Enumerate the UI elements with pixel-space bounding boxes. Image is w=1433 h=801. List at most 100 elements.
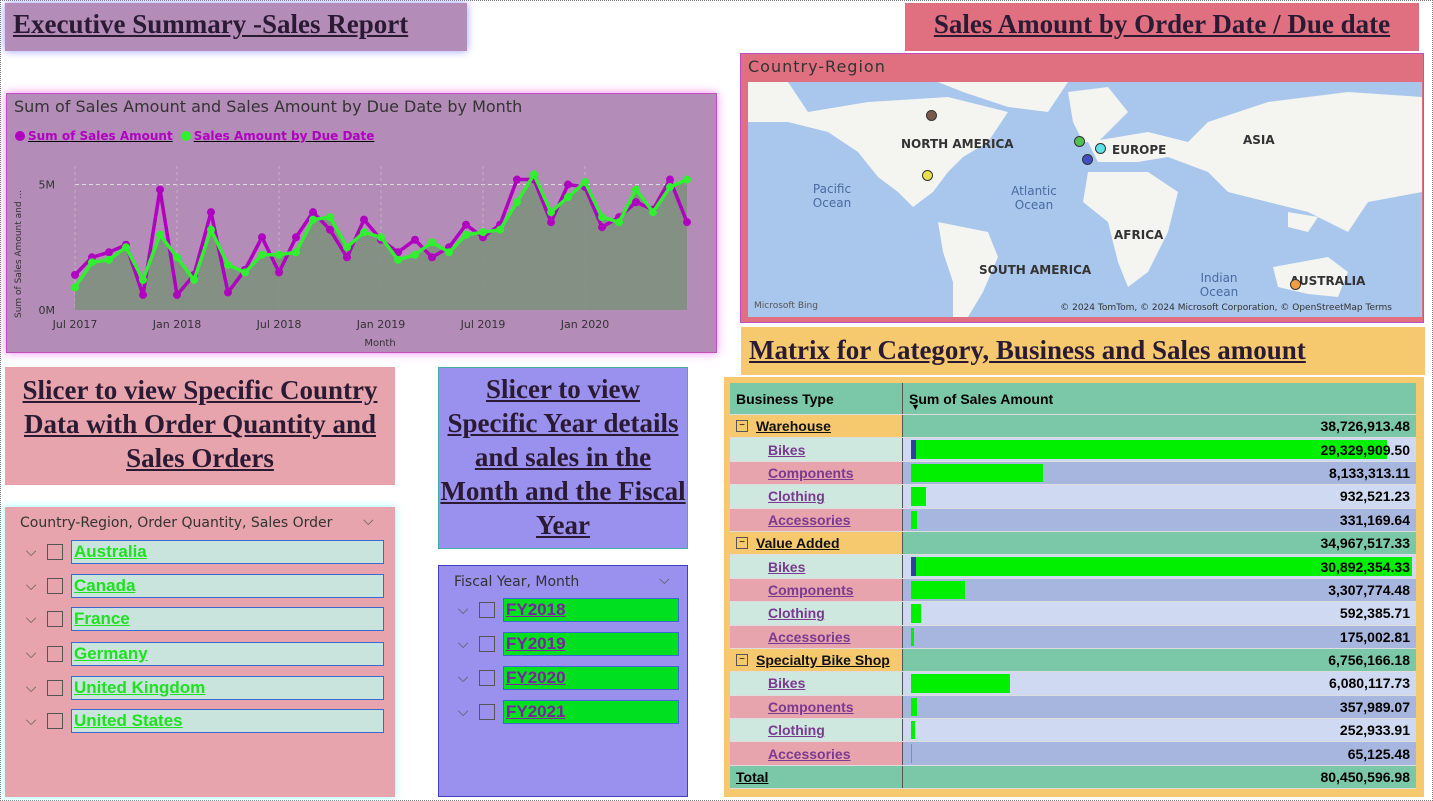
- checkbox[interactable]: [479, 602, 495, 618]
- matrix-group-row[interactable]: − Value Added 34,967,517.33: [730, 531, 1416, 556]
- matrix-group-row[interactable]: − Warehouse 38,726,913.48: [730, 415, 1416, 439]
- row-label: Total: [736, 769, 769, 786]
- chevron-down-icon[interactable]: ⌵: [659, 572, 670, 588]
- checkbox[interactable]: [47, 578, 63, 594]
- checkbox[interactable]: [479, 704, 495, 720]
- map-bubble-australia[interactable]: [1290, 279, 1301, 290]
- checkbox[interactable]: [47, 611, 63, 627]
- expand-chevron-icon[interactable]: ⌵: [453, 602, 473, 618]
- row-header-group[interactable]: − Specialty Bike Shop: [730, 648, 903, 672]
- matrix-sub-row[interactable]: Clothing 932,521.23: [730, 485, 1416, 509]
- row-label[interactable]: Components: [730, 695, 903, 719]
- row-label[interactable]: Accessories: [730, 742, 903, 765]
- map-visual[interactable]: Country-Region NORTH AMERICA EUROPE ASIA…: [740, 53, 1424, 323]
- expand-chevron-icon[interactable]: ⌵: [453, 670, 473, 686]
- matrix-sub-row[interactable]: Clothing 252,933.91: [730, 719, 1416, 743]
- row-header-group[interactable]: − Value Added: [730, 531, 903, 555]
- collapse-icon[interactable]: −: [736, 420, 748, 433]
- slicer-item-label[interactable]: FY2018: [503, 598, 679, 622]
- matrix-sub-row[interactable]: Clothing 592,385.71: [730, 602, 1416, 626]
- checkbox[interactable]: [47, 544, 63, 560]
- map-bubble-united-states[interactable]: [922, 170, 933, 181]
- slicer-item-label[interactable]: United States: [71, 709, 384, 733]
- data-point: [683, 175, 691, 184]
- matrix-sub-row[interactable]: Accessories 331,169.64: [730, 508, 1416, 532]
- slicer-item-united-kingdom[interactable]: ⌵ United Kingdom: [21, 676, 384, 700]
- slicer-item-label[interactable]: Australia: [71, 540, 384, 564]
- map-bubble-canada[interactable]: [926, 110, 937, 121]
- slicer-item-label[interactable]: Germany: [71, 642, 384, 666]
- slicer-item-canada[interactable]: ⌵ Canada: [21, 574, 384, 598]
- expand-chevron-icon[interactable]: ⌵: [21, 544, 41, 560]
- row-label[interactable]: Clothing: [730, 719, 903, 742]
- slicer-item-australia[interactable]: ⌵ Australia: [21, 540, 384, 564]
- expand-chevron-icon[interactable]: ⌵: [453, 704, 473, 720]
- matrix-sub-row[interactable]: Accessories 65,125.48: [730, 742, 1416, 766]
- slicer-item-label[interactable]: FY2019: [503, 632, 679, 656]
- map-canvas[interactable]: NORTH AMERICA EUROPE ASIA AFRICA SOUTH A…: [748, 82, 1422, 317]
- slicer-item-germany[interactable]: ⌵ Germany: [21, 642, 384, 666]
- row-header-total[interactable]: Total: [730, 765, 903, 789]
- expand-chevron-icon[interactable]: ⌵: [21, 713, 41, 729]
- row-label[interactable]: Clothing: [730, 485, 903, 508]
- matrix-group-row[interactable]: − Specialty Bike Shop 6,756,166.18: [730, 648, 1416, 673]
- row-label[interactable]: Bikes: [730, 672, 903, 695]
- map-bubble-united-kingdom[interactable]: [1074, 136, 1085, 147]
- row-header-group[interactable]: − Warehouse: [730, 415, 903, 438]
- matrix-sub-row[interactable]: Components 357,989.07: [730, 695, 1416, 720]
- map-title: Country-Region: [748, 57, 886, 76]
- matrix-sub-row[interactable]: Accessories 175,002.81: [730, 625, 1416, 649]
- slicer-item-label[interactable]: Canada: [71, 574, 384, 598]
- row-label[interactable]: Components: [730, 461, 903, 485]
- slicer-item-label[interactable]: FY2020: [503, 666, 679, 690]
- row-label[interactable]: Accessories: [730, 508, 903, 531]
- data-bar: [911, 744, 912, 763]
- slicer-item-fy2020[interactable]: ⌵ FY2020: [453, 666, 679, 690]
- row-label[interactable]: Components: [730, 578, 903, 602]
- checkbox[interactable]: [479, 670, 495, 686]
- slicer-item-fy2018[interactable]: ⌵ FY2018: [453, 598, 679, 622]
- map-credit[interactable]: © 2024 TomTom, © 2024 Microsoft Corporat…: [1060, 303, 1392, 313]
- checkbox[interactable]: [479, 636, 495, 652]
- map-bubble-france[interactable]: [1082, 154, 1093, 165]
- chevron-down-icon[interactable]: ⌵: [363, 513, 374, 529]
- matrix-sub-row[interactable]: Bikes 6,080,117.73: [730, 672, 1416, 696]
- row-label[interactable]: Clothing: [730, 602, 903, 625]
- checkbox[interactable]: [47, 680, 63, 696]
- matrix-sub-row[interactable]: Bikes 30,892,354.33: [730, 555, 1416, 579]
- slicer-item-united-states[interactable]: ⌵ United States: [21, 709, 384, 733]
- matrix-sub-row[interactable]: Components 8,133,313.11: [730, 461, 1416, 486]
- row-label[interactable]: Accessories: [730, 625, 903, 648]
- row-label[interactable]: Bikes: [730, 555, 903, 578]
- data-point: [326, 213, 334, 222]
- year-slicer[interactable]: Fiscal Year, Month ⌵ ⌵ FY2018 ⌵ FY2019 ⌵…: [438, 565, 688, 797]
- data-point: [275, 250, 283, 259]
- matrix-sub-row[interactable]: Bikes 29,329,909.50: [730, 438, 1416, 462]
- collapse-icon[interactable]: −: [736, 654, 748, 667]
- map-bubble-germany[interactable]: [1095, 143, 1106, 154]
- expand-chevron-icon[interactable]: ⌵: [21, 646, 41, 662]
- matrix-sub-row[interactable]: Components 3,307,774.48: [730, 578, 1416, 603]
- checkbox[interactable]: [47, 646, 63, 662]
- expand-chevron-icon[interactable]: ⌵: [21, 680, 41, 696]
- data-point: [241, 268, 249, 277]
- y-axis-label: Sum of Sales Amount and ...: [14, 190, 24, 318]
- row-label[interactable]: Bikes: [730, 438, 903, 461]
- matrix-visual[interactable]: Business Type Sum of Sales Amount ▼ − War…: [724, 377, 1424, 797]
- checkbox[interactable]: [47, 713, 63, 729]
- expand-chevron-icon[interactable]: ⌵: [21, 611, 41, 627]
- slicer-item-france[interactable]: ⌵ France: [21, 607, 384, 631]
- line-chart-visual[interactable]: Sum of Sales Amount and Sales Amount by …: [6, 93, 717, 353]
- country-slicer[interactable]: Country-Region, Order Quantity, Sales Or…: [5, 507, 395, 797]
- collapse-icon[interactable]: −: [736, 537, 748, 550]
- matrix-total-row[interactable]: Total 80,450,596.98: [730, 765, 1416, 790]
- expand-chevron-icon[interactable]: ⌵: [453, 636, 473, 652]
- slicer-item-label[interactable]: FY2021: [503, 700, 679, 724]
- column-header-sales[interactable]: Sum of Sales Amount ▼: [903, 383, 1416, 414]
- slicer-item-fy2021[interactable]: ⌵ FY2021: [453, 700, 679, 724]
- slicer-item-label[interactable]: United Kingdom: [71, 676, 384, 700]
- slicer-item-fy2019[interactable]: ⌵ FY2019: [453, 632, 679, 656]
- slicer-item-label[interactable]: France: [71, 607, 384, 631]
- column-header-business-type[interactable]: Business Type: [730, 383, 903, 414]
- expand-chevron-icon[interactable]: ⌵: [21, 578, 41, 594]
